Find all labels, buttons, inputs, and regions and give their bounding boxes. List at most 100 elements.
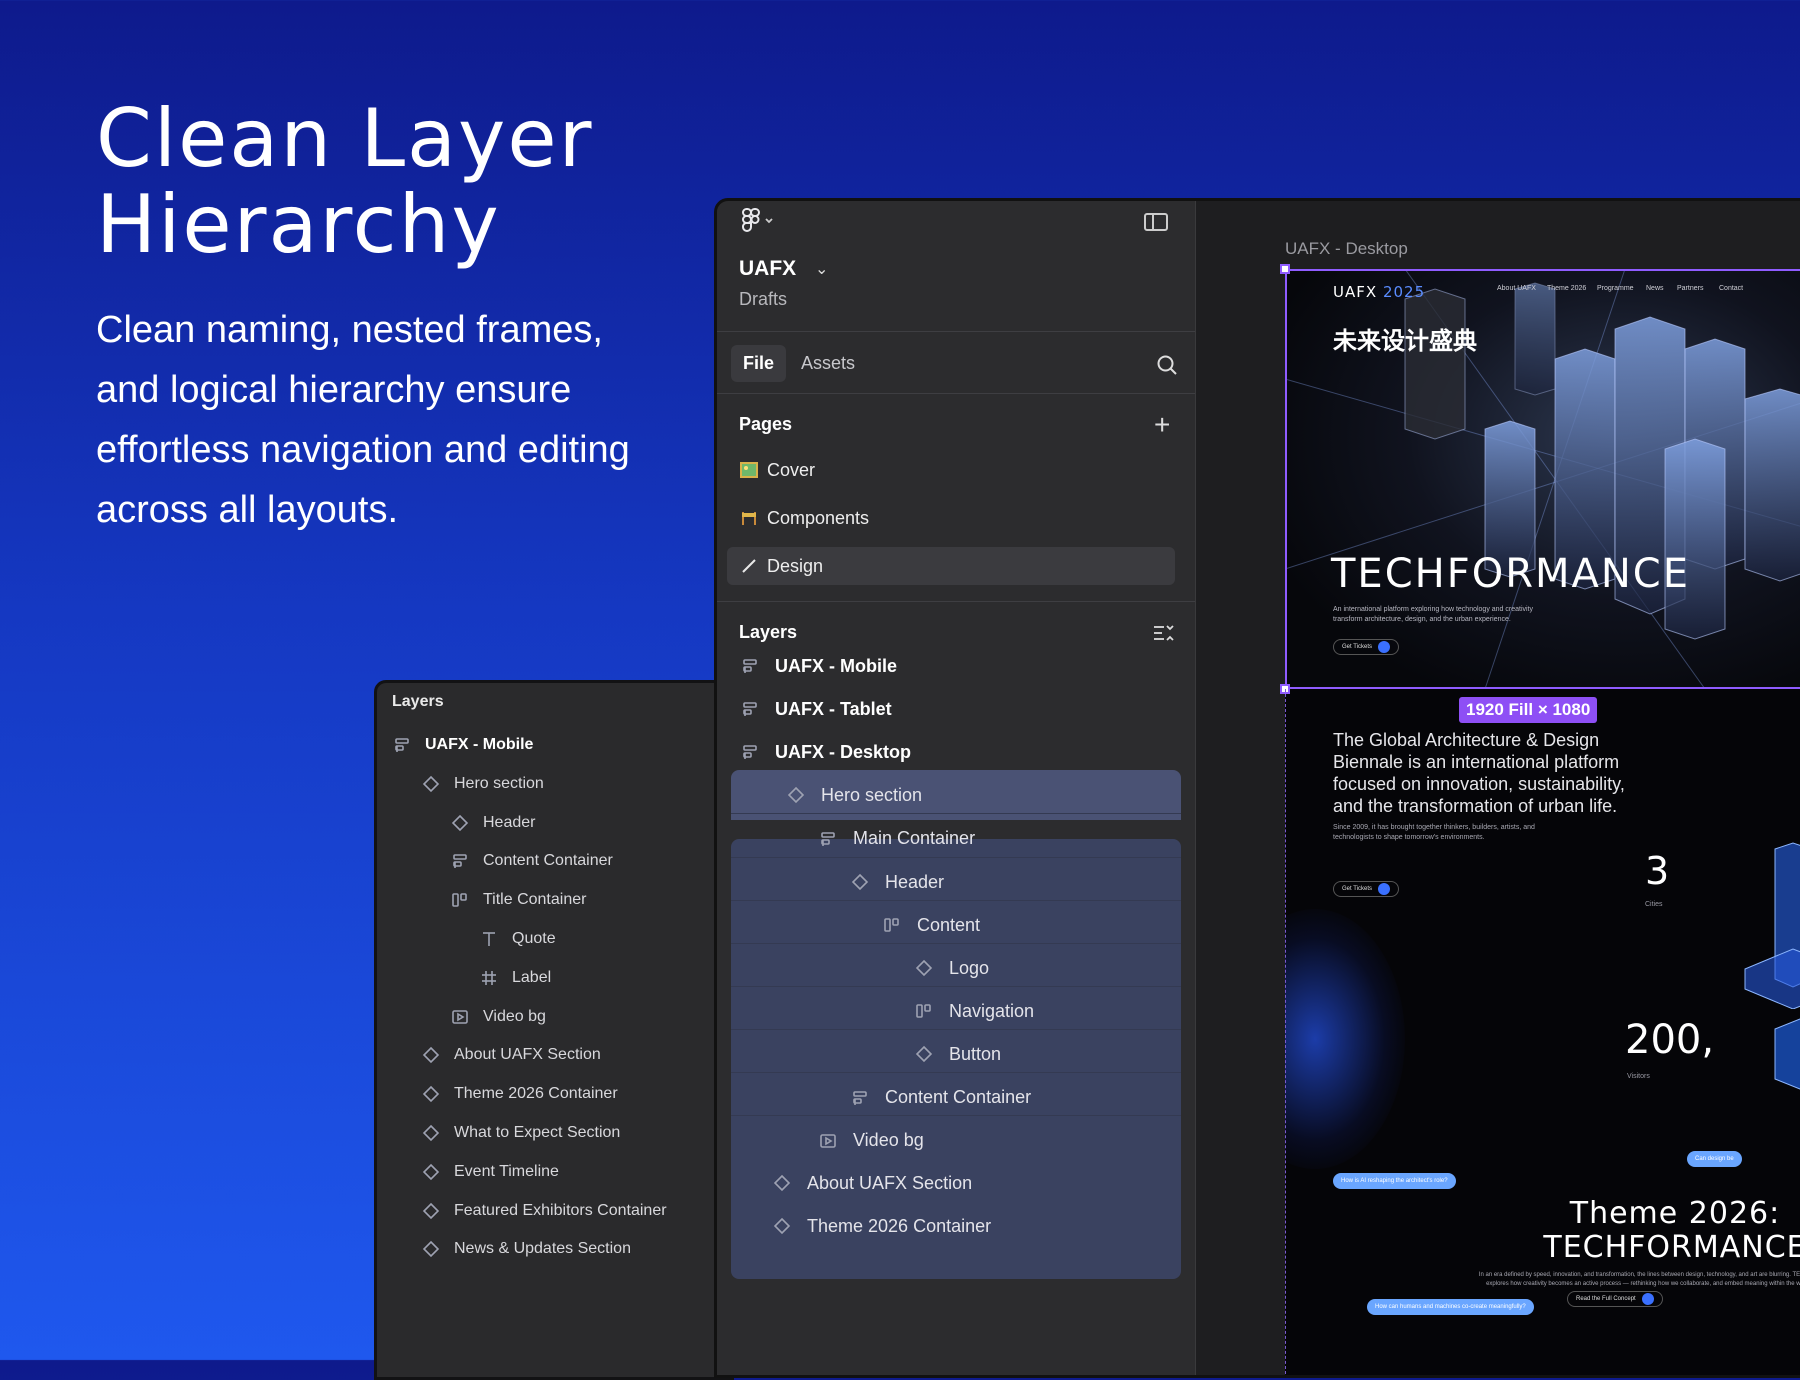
component-icon xyxy=(420,1238,442,1260)
layer-label: Event Timeline xyxy=(454,1162,559,1180)
question-chip[interactable]: How can humans and machines co-create me… xyxy=(1367,1299,1534,1315)
video-icon xyxy=(449,1006,471,1028)
frame-label[interactable]: UAFX - Desktop xyxy=(1285,239,1408,259)
design-canvas[interactable]: UAFX - Desktop UAFX 2025 About UAFX Them… xyxy=(1196,201,1800,1375)
glass-cube-illustration xyxy=(1774,1018,1800,1090)
chevron-down-icon[interactable]: ⌄ xyxy=(815,259,828,279)
divider xyxy=(717,393,1195,394)
stat-visitors-value: 200, xyxy=(1625,1017,1715,1063)
tab-file[interactable]: File xyxy=(731,345,787,382)
layer-label: About UAFX Section xyxy=(807,1172,973,1193)
selection-outline xyxy=(1285,269,1800,689)
layer-row[interactable]: Hero section xyxy=(420,762,544,806)
theme-title: Theme 2026: TECHFORMANCE xyxy=(1475,1197,1800,1265)
layer-row[interactable]: Title Container xyxy=(449,878,586,922)
autolayout-icon xyxy=(913,1000,935,1022)
get-tickets-button-2[interactable]: Get Tickets xyxy=(1333,881,1400,897)
layer-label: Header xyxy=(885,871,945,892)
layer-row[interactable]: News & Updates Section xyxy=(420,1227,631,1271)
figma-logo-icon xyxy=(742,208,773,232)
page-item-design[interactable]: Design xyxy=(727,547,1175,585)
component-icon xyxy=(785,784,807,806)
pages-title: Pages xyxy=(739,414,793,434)
layer-label: Video bg xyxy=(483,1007,546,1025)
layers-title: Layers xyxy=(739,622,798,642)
layer-label: Logo xyxy=(949,957,990,978)
text-icon xyxy=(478,928,500,950)
layer-row[interactable]: Theme 2026 Container xyxy=(717,1201,1195,1251)
component-icon xyxy=(449,812,471,834)
dimension-badge: 1920 Fill × 1080 xyxy=(1459,697,1598,723)
layer-label: Main Container xyxy=(853,828,976,849)
about-small-text: Since 2009, it has brought together thin… xyxy=(1333,824,1535,841)
component-icon xyxy=(420,1083,442,1105)
component-icon xyxy=(771,1172,793,1194)
layer-label: Hero section xyxy=(821,784,923,805)
component-icon xyxy=(420,1122,442,1144)
page-label: Cover xyxy=(767,459,816,480)
editor-sidebar: UAFX ⌄ Drafts File Assets Pages + Cover … xyxy=(717,201,1196,1375)
layer-row[interactable]: What to Expect Section xyxy=(420,1111,620,1155)
layer-label: Navigation xyxy=(949,1000,1035,1021)
page-label: Design xyxy=(767,555,824,576)
page-subheadline: Clean naming, nested frames, and logical… xyxy=(96,309,630,531)
collapse-layers-icon[interactable] xyxy=(1152,623,1176,643)
component-icon xyxy=(913,1043,935,1065)
editor-window: UAFX ⌄ Drafts File Assets Pages + Cover … xyxy=(714,198,1800,1378)
layer-row[interactable]: Quote xyxy=(478,917,556,961)
component-icon xyxy=(420,1161,442,1183)
divider xyxy=(717,601,1195,602)
question-chip[interactable]: Can design be xyxy=(1687,1151,1742,1167)
search-icon[interactable] xyxy=(1156,354,1178,376)
project-name[interactable]: UAFX xyxy=(739,257,796,281)
layer-label: UAFX - Mobile xyxy=(775,655,897,676)
mobile-layers-panel: Layers UAFX - Mobile Hero section Header Co… xyxy=(374,680,734,1380)
frame-icon xyxy=(817,828,839,850)
divider xyxy=(717,331,1195,332)
layer-label: Hero section xyxy=(454,774,544,792)
page-item-cover[interactable]: Cover xyxy=(727,451,1175,489)
component-icon xyxy=(420,1044,442,1066)
theme-title-line-1: Theme 2026: xyxy=(1569,1196,1781,1231)
layer-label: What to Expect Section xyxy=(454,1124,621,1141)
layers-panel-title: Layers xyxy=(392,693,444,710)
page-item-components[interactable]: Components xyxy=(727,499,1175,537)
layer-row[interactable]: Header xyxy=(449,801,535,845)
layer-label: Video bg xyxy=(853,1130,924,1151)
layer-row[interactable]: Featured Exhibitors Container xyxy=(420,1189,667,1233)
read-concept-button[interactable]: Read the Full Concept xyxy=(1567,1291,1663,1307)
layer-row[interactable]: About UAFX Section xyxy=(420,1033,601,1077)
about-text: The Global Architecture & Design Biennal… xyxy=(1333,730,1625,816)
add-page-icon[interactable]: + xyxy=(1154,411,1170,439)
arrow-icon xyxy=(1641,1293,1654,1305)
layer-row[interactable]: Event Timeline xyxy=(420,1150,559,1194)
stat-cities-label: Cities xyxy=(1645,901,1663,908)
question-chip[interactable]: How is AI reshaping the architect's role… xyxy=(1333,1173,1456,1189)
construction-icon xyxy=(739,509,759,527)
layer-row[interactable]: Theme 2026 Container xyxy=(420,1072,618,1116)
layer-row[interactable]: Content Container xyxy=(449,839,613,883)
component-icon xyxy=(420,1200,442,1222)
resize-handle[interactable] xyxy=(1280,264,1290,274)
stat-visitors-label: Visitors xyxy=(1627,1073,1650,1080)
layer-label: Featured Exhibitors Container xyxy=(454,1201,667,1219)
layer-label: Label xyxy=(512,968,552,986)
layer-label: UAFX - Mobile xyxy=(425,736,534,753)
frame-icon xyxy=(739,698,761,720)
project-location[interactable]: Drafts xyxy=(739,289,787,310)
component-icon xyxy=(849,871,871,893)
arrow-icon xyxy=(1378,883,1391,895)
tab-assets[interactable]: Assets xyxy=(801,353,855,374)
toggle-sidebar-icon[interactable] xyxy=(1144,213,1168,231)
frame-icon xyxy=(449,850,471,872)
layer-label: News & Updates Section xyxy=(454,1240,631,1258)
frame-icon xyxy=(849,1087,871,1109)
layer-label: UAFX - Desktop xyxy=(775,741,912,762)
stat-cities-value: 3 xyxy=(1645,849,1670,893)
layer-row[interactable]: Label xyxy=(478,956,551,1000)
layer-row[interactable]: Video bg xyxy=(449,995,546,1039)
page-label: Components xyxy=(767,507,870,528)
component-icon xyxy=(771,1215,793,1237)
figma-menu-button[interactable] xyxy=(741,207,775,244)
layer-row[interactable]: UAFX - Mobile xyxy=(391,723,533,767)
